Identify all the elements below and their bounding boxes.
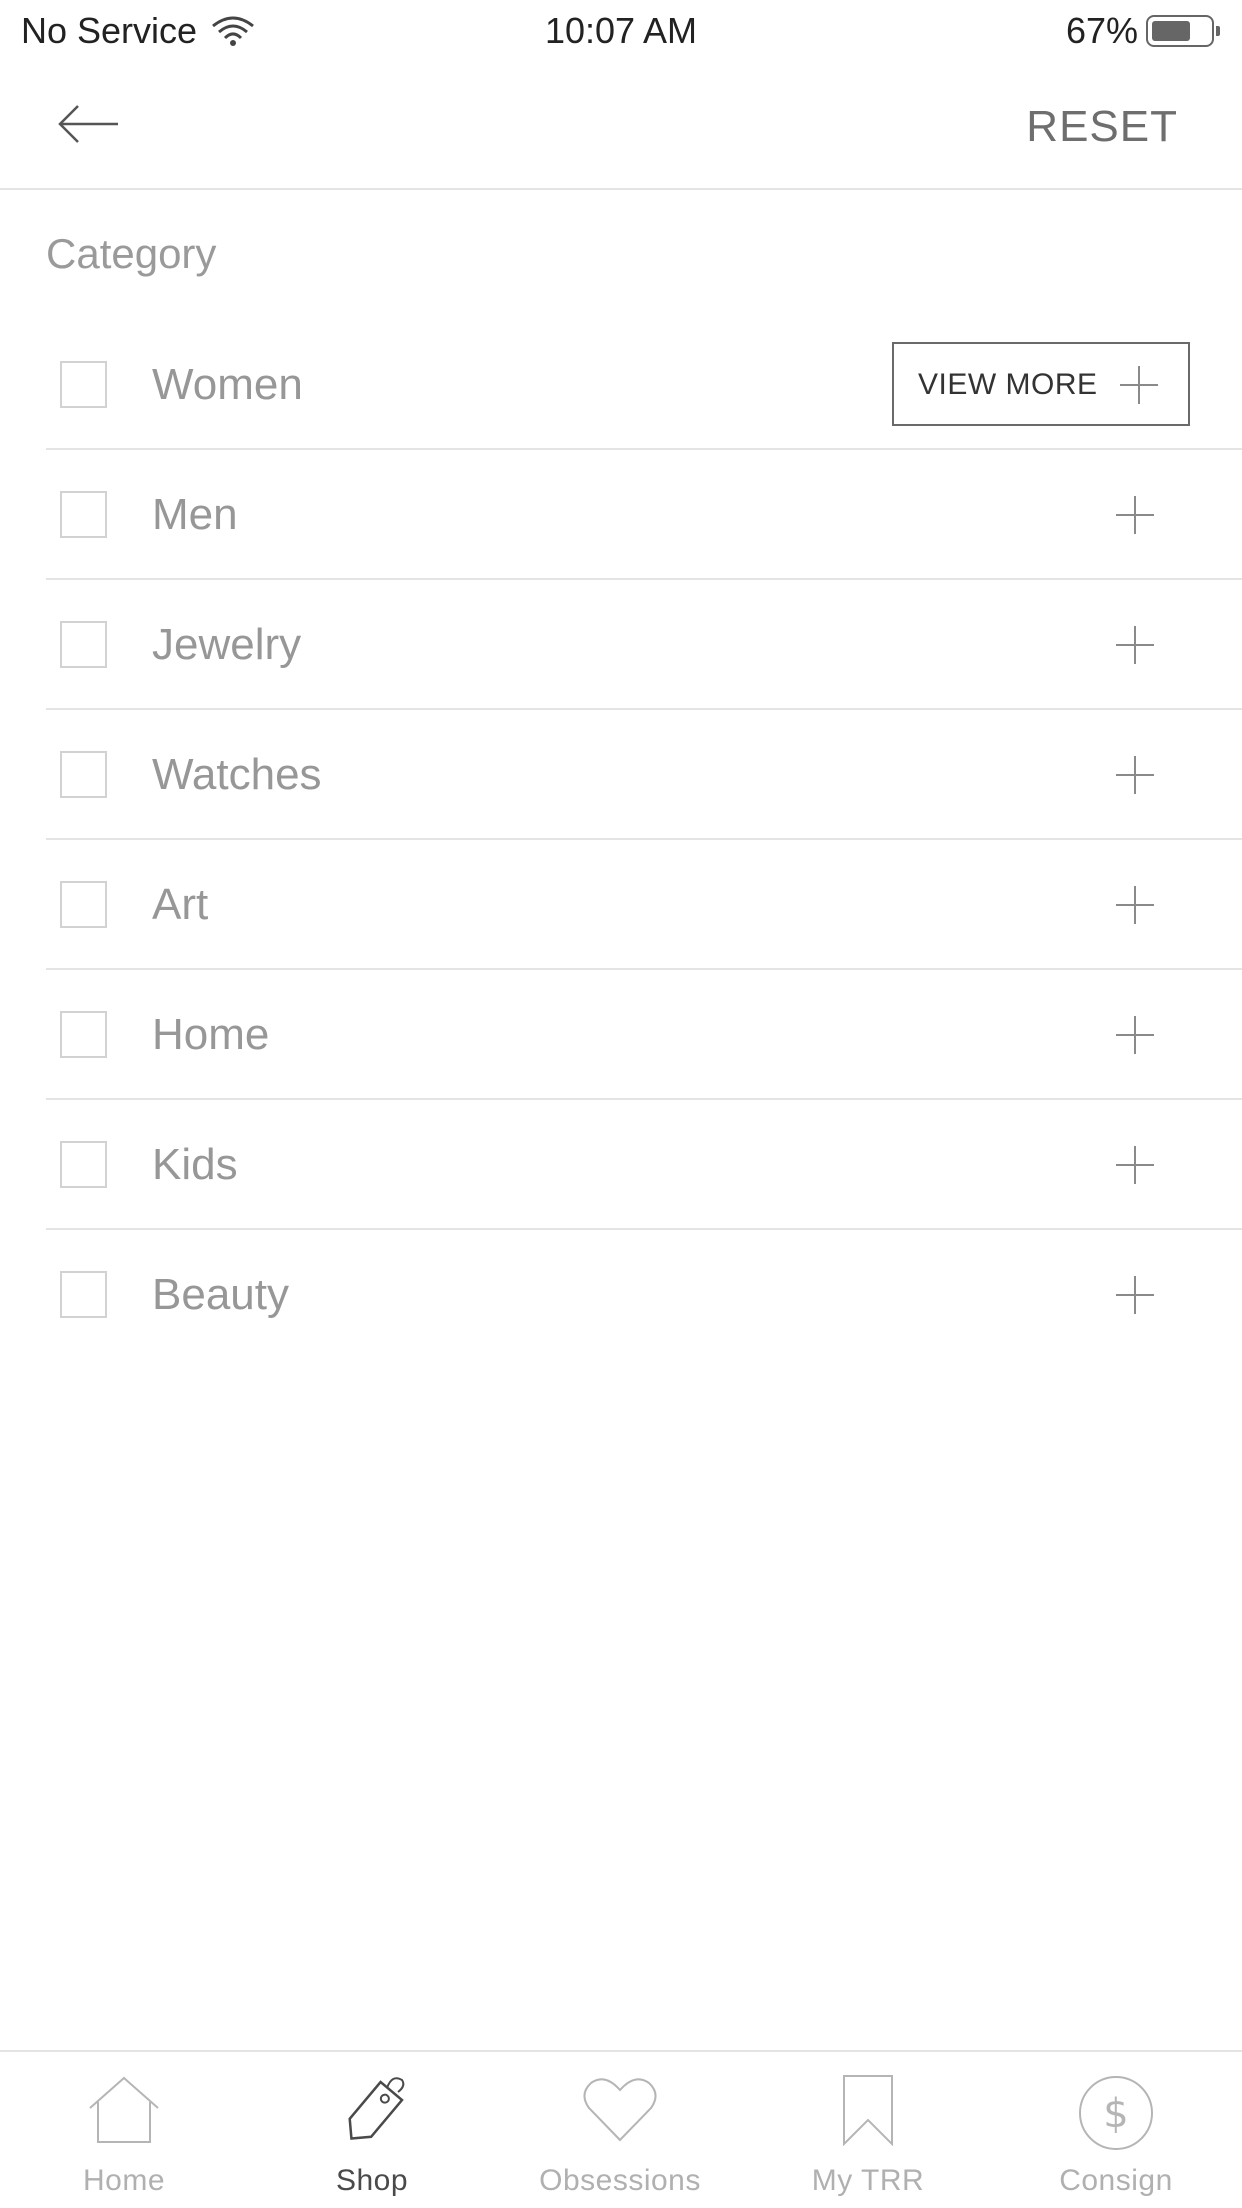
category-row-men[interactable]: Men — [46, 450, 1242, 580]
plus-icon[interactable] — [1116, 496, 1154, 534]
tab-consign[interactable]: $ Consign — [992, 2052, 1240, 2208]
battery-fill — [1152, 21, 1190, 41]
battery-icon — [1146, 15, 1220, 47]
svg-text:$: $ — [1103, 2091, 1128, 2137]
plus-icon — [1120, 366, 1158, 404]
category-label: Watches — [152, 750, 322, 799]
category-row-kids[interactable]: Kids — [46, 1100, 1242, 1230]
tab-label: Home — [82, 2164, 166, 2197]
category-list: Women VIEW MORE Men Jewelry Watches Art … — [46, 320, 1242, 1360]
checkbox[interactable] — [60, 1011, 107, 1058]
battery-status: 67% — [1065, 10, 1220, 52]
category-label: Kids — [152, 1140, 238, 1189]
reset-button[interactable]: RESET — [1026, 102, 1178, 152]
category-label: Beauty — [152, 1270, 289, 1319]
category-label: Home — [152, 1010, 270, 1059]
category-row-art[interactable]: Art — [46, 840, 1242, 970]
tab-label: Consign — [1059, 2164, 1173, 2197]
checkbox[interactable] — [60, 1141, 107, 1188]
checkbox[interactable] — [60, 881, 107, 928]
checkbox[interactable] — [60, 1271, 107, 1318]
tab-home[interactable]: Home — [0, 2052, 248, 2208]
plus-icon[interactable] — [1116, 1276, 1154, 1314]
plus-icon[interactable] — [1116, 626, 1154, 664]
tab-label: Obsessions — [539, 2164, 701, 2197]
house-icon — [89, 2076, 159, 2143]
checkbox[interactable] — [60, 621, 107, 668]
category-label: Art — [152, 880, 209, 929]
arrow-left-icon — [58, 105, 118, 143]
nav-header: RESET — [0, 62, 1242, 190]
category-row-women[interactable]: Women VIEW MORE — [46, 320, 1242, 450]
tab-obsessions[interactable]: Obsessions — [496, 2052, 744, 2208]
tab-shop[interactable]: Shop — [248, 2052, 496, 2208]
category-row-watches[interactable]: Watches — [46, 710, 1242, 840]
dollar-circle-icon: $ — [1079, 2076, 1153, 2150]
category-row-beauty[interactable]: Beauty — [46, 1230, 1242, 1360]
category-row-home[interactable]: Home — [46, 970, 1242, 1100]
bookmark-icon — [843, 2075, 893, 2146]
plus-icon[interactable] — [1116, 756, 1154, 794]
checkbox[interactable] — [60, 491, 107, 538]
plus-icon[interactable] — [1116, 1016, 1154, 1054]
back-button[interactable] — [48, 94, 128, 154]
status-bar: No Service 10:07 AM 67% — [0, 0, 1242, 62]
checkbox[interactable] — [60, 751, 107, 798]
category-row-jewelry[interactable]: Jewelry — [46, 580, 1242, 710]
tab-bar: Home Shop Obsessions My TRR $ Consign — [0, 2050, 1242, 2208]
tab-my-trr[interactable]: My TRR — [744, 2052, 992, 2208]
plus-icon[interactable] — [1116, 886, 1154, 924]
checkbox[interactable] — [60, 361, 107, 408]
section-title: Category — [46, 230, 217, 277]
tab-label: My TRR — [811, 2164, 925, 2197]
category-label: Women — [152, 360, 303, 409]
heart-icon — [583, 2078, 657, 2142]
plus-icon[interactable] — [1116, 1146, 1154, 1184]
clock: 10:07 AM — [544, 10, 698, 51]
tab-label: Shop — [335, 2164, 409, 2197]
battery-percent: 67% — [1065, 10, 1138, 51]
category-label: Jewelry — [152, 620, 302, 669]
view-more-button[interactable]: VIEW MORE — [892, 342, 1190, 426]
category-label: Men — [152, 490, 238, 539]
view-more-label: VIEW MORE — [918, 368, 1098, 401]
price-tag-icon — [348, 2077, 405, 2140]
